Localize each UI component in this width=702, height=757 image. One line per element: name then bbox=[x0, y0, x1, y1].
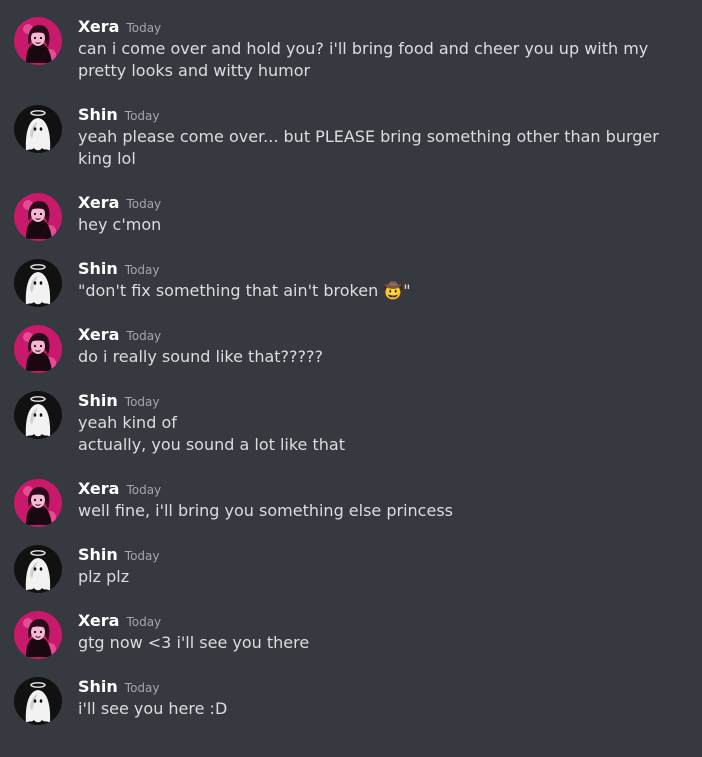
message-item: Shin Today "don't fix something that ain't… bbox=[0, 258, 702, 307]
user-avatar-xera[interactable] bbox=[14, 479, 62, 527]
message-item: Shin Today yeah please come over... but PL… bbox=[0, 104, 702, 170]
username[interactable]: Xera bbox=[78, 611, 119, 630]
username[interactable]: Shin bbox=[78, 259, 118, 278]
message-item: Shin Today plz plz bbox=[0, 544, 702, 593]
message-header: Shin Today bbox=[78, 258, 682, 280]
message-list: Xera Today can i come over and hold you? i… bbox=[0, 0, 702, 757]
user-avatar-shin[interactable] bbox=[14, 391, 62, 439]
message-header: Xera Today bbox=[78, 16, 682, 38]
message-header: Xera Today bbox=[78, 324, 682, 346]
username[interactable]: Shin bbox=[78, 105, 118, 124]
message-header: Xera Today bbox=[78, 478, 682, 500]
message-item: Shin Today i'll see you here :D bbox=[0, 676, 702, 725]
message-timestamp: Today bbox=[126, 329, 162, 343]
message-text: i'll see you here :D bbox=[78, 699, 228, 718]
message-timestamp: Today bbox=[124, 395, 160, 409]
username[interactable]: Shin bbox=[78, 391, 118, 410]
message-text: gtg now <3 i'll see you there bbox=[78, 633, 310, 652]
message-text: yeah kind of bbox=[78, 413, 177, 432]
message-header: Shin Today bbox=[78, 390, 682, 412]
message-text: can i come over and hold you? i'll bring… bbox=[78, 39, 649, 80]
message-text: well fine, i'll bring you something else… bbox=[78, 501, 453, 520]
message-item: Xera Today well fine, i'll bring you somet… bbox=[0, 478, 702, 527]
message-text: plz plz bbox=[78, 567, 130, 586]
username[interactable]: Xera bbox=[78, 193, 119, 212]
username[interactable]: Xera bbox=[78, 17, 119, 36]
message-timestamp: Today bbox=[124, 681, 160, 695]
message-timestamp: Today bbox=[124, 109, 160, 123]
user-avatar-shin[interactable] bbox=[14, 259, 62, 307]
message-item: Xera Today gtg now <3 i'll see you there bbox=[0, 610, 702, 659]
message-content: i'll see you here :D bbox=[78, 698, 682, 720]
message-item: Shin Today yeah kind of actually, you sound… bbox=[0, 390, 702, 456]
message-header: Xera Today bbox=[78, 610, 682, 632]
message-text: do i really sound like that????? bbox=[78, 347, 323, 366]
user-avatar-shin[interactable] bbox=[14, 545, 62, 593]
message-item: Xera Today hey c'mon bbox=[0, 192, 702, 241]
message-timestamp: Today bbox=[124, 263, 160, 277]
message-timestamp: Today bbox=[124, 549, 160, 563]
message-content: yeah kind of actually, you sound a lot li… bbox=[78, 412, 682, 456]
username[interactable]: Xera bbox=[78, 325, 119, 344]
message-header: Shin Today bbox=[78, 544, 682, 566]
message-item: Xera Today can i come over and hold you? i… bbox=[0, 16, 702, 82]
user-avatar-shin[interactable] bbox=[14, 677, 62, 725]
message-content: can i come over and hold you? i'll bring… bbox=[78, 38, 682, 82]
message-content: do i really sound like that????? bbox=[78, 346, 682, 368]
message-content: gtg now <3 i'll see you there bbox=[78, 632, 682, 654]
message-header: Xera Today bbox=[78, 192, 682, 214]
message-timestamp: Today bbox=[126, 615, 162, 629]
message-timestamp: Today bbox=[126, 21, 162, 35]
message-timestamp: Today bbox=[126, 197, 162, 211]
user-avatar-xera[interactable] bbox=[14, 17, 62, 65]
message-timestamp: Today bbox=[126, 483, 162, 497]
message-content: well fine, i'll bring you something else… bbox=[78, 500, 682, 522]
message-text: actually, you sound a lot like that bbox=[78, 435, 345, 454]
user-avatar-xera[interactable] bbox=[14, 611, 62, 659]
username[interactable]: Xera bbox=[78, 479, 119, 498]
message-header: Shin Today bbox=[78, 104, 682, 126]
message-text: yeah please come over... but PLEASE brin… bbox=[78, 127, 659, 168]
message-text: "don't fix something that ain't broken 🤠… bbox=[78, 281, 411, 300]
username[interactable]: Shin bbox=[78, 545, 118, 564]
message-item: Xera Today do i really sound like that????… bbox=[0, 324, 702, 373]
user-avatar-shin[interactable] bbox=[14, 105, 62, 153]
message-header: Shin Today bbox=[78, 676, 682, 698]
message-content: hey c'mon bbox=[78, 214, 682, 236]
user-avatar-xera[interactable] bbox=[14, 193, 62, 241]
username[interactable]: Shin bbox=[78, 677, 118, 696]
message-text: hey c'mon bbox=[78, 215, 162, 234]
message-content: plz plz bbox=[78, 566, 682, 588]
user-avatar-xera[interactable] bbox=[14, 325, 62, 373]
message-content: "don't fix something that ain't broken 🤠… bbox=[78, 280, 682, 302]
message-content: yeah please come over... but PLEASE brin… bbox=[78, 126, 682, 170]
